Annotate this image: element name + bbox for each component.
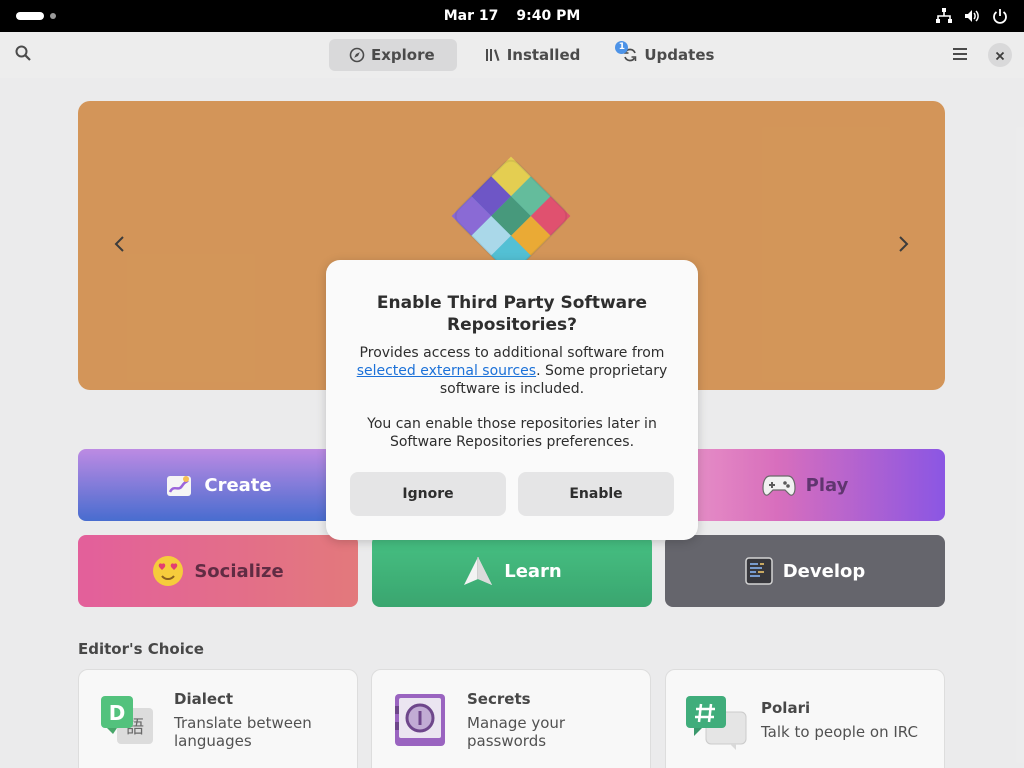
clock-time[interactable]: 9:40 PM	[516, 8, 580, 24]
clock: Mar 17 9:40 PM	[0, 0, 1024, 32]
network-icon[interactable]	[934, 6, 954, 26]
workspace-dot[interactable]	[50, 13, 56, 19]
volume-icon[interactable]	[962, 6, 982, 26]
dialog-secondary-text: You can enable those repositories later …	[367, 416, 657, 450]
third-party-repos-dialog: Enable Third Party Software Repositories…	[326, 260, 698, 540]
power-icon[interactable]	[990, 6, 1010, 26]
top-bar: Mar 17 9:40 PM	[0, 0, 1024, 32]
ignore-button[interactable]: Ignore	[350, 472, 506, 516]
dialog-title: Enable Third Party Software Repositories…	[376, 293, 648, 335]
system-tray[interactable]	[934, 6, 1010, 26]
activities-indicator[interactable]	[16, 12, 44, 20]
dialog-body: Provides access to additional software f…	[346, 344, 678, 398]
external-sources-link[interactable]: selected external sources	[357, 363, 536, 379]
clock-date[interactable]: Mar 17	[444, 8, 499, 24]
dialog-body-prefix: Provides access to additional software f…	[359, 345, 665, 361]
enable-button[interactable]: Enable	[518, 472, 674, 516]
